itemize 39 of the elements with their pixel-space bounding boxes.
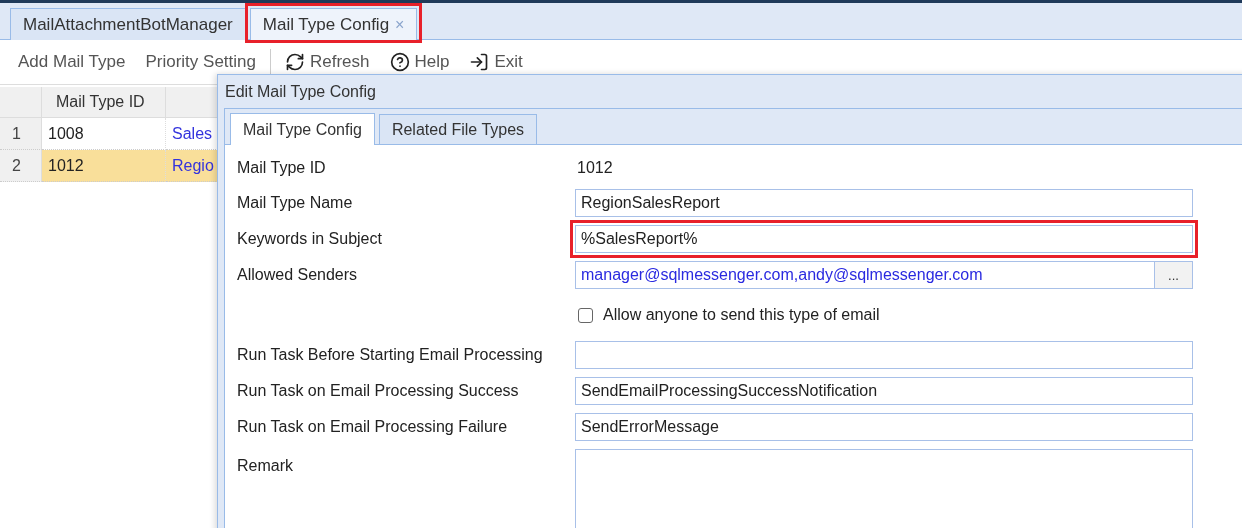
tab[interactable]: Mail Type Config — [230, 113, 375, 145]
toolbar-button[interactable]: Refresh — [274, 47, 380, 77]
refresh-icon — [284, 52, 305, 72]
field-label: Allowed Senders — [237, 266, 359, 284]
field-label: Run Task on Email Processing Failure — [237, 418, 509, 436]
table-cell: 1008 — [42, 118, 166, 150]
tab[interactable]: Mail Type Config × — [249, 8, 418, 40]
toolbar-button[interactable]: Exit — [459, 47, 533, 77]
tab-label: Mail Type Config — [262, 14, 390, 35]
toolbar-button[interactable]: Help — [379, 47, 460, 77]
table-cell: 1012 — [42, 150, 166, 182]
field-label: Mail Type Name — [237, 194, 354, 212]
dialog-title: Edit Mail Type Config — [224, 81, 377, 102]
tab-label: MailAttachmentBotManager — [23, 14, 233, 35]
field-label: Remark — [237, 456, 294, 475]
input-field[interactable]: %SalesReport% — [575, 225, 1193, 253]
field-value: 1012 — [576, 158, 614, 178]
field-label: Run Task Before Starting Email Processing — [237, 346, 544, 364]
checkbox[interactable] — [578, 307, 593, 323]
tab[interactable]: Related File Types — [378, 114, 538, 144]
input-field[interactable]: RegionSalesReport — [575, 189, 1193, 217]
row-number: 1 — [0, 118, 42, 150]
input-field[interactable] — [575, 341, 1193, 369]
field-label: Keywords in Subject — [237, 230, 383, 248]
exit-icon — [469, 52, 490, 72]
checkbox-label: Allow anyone to send this type of email — [603, 306, 880, 324]
input-field[interactable]: SendErrorMessage — [575, 413, 1193, 441]
column-header[interactable]: Mail Type ID — [42, 87, 166, 118]
help-icon — [389, 52, 410, 72]
input-field[interactable]: SendEmailProcessingSuccessNotification — [575, 377, 1193, 405]
input-field[interactable] — [575, 449, 1193, 528]
tab[interactable]: MailAttachmentBotManager — [10, 8, 246, 40]
browse-button[interactable]: ... — [1155, 261, 1193, 289]
header-cell — [0, 87, 42, 118]
toolbar-button[interactable]: Add Mail Type — [8, 47, 136, 77]
field-label: Run Task on Email Processing Success — [237, 382, 520, 400]
toolbar-button[interactable]: Priority Setting — [135, 47, 266, 77]
row-number: 2 — [0, 150, 42, 182]
input-field[interactable]: manager@sqlmessenger.com,andy@sqlmessenger.com — [575, 261, 1155, 289]
